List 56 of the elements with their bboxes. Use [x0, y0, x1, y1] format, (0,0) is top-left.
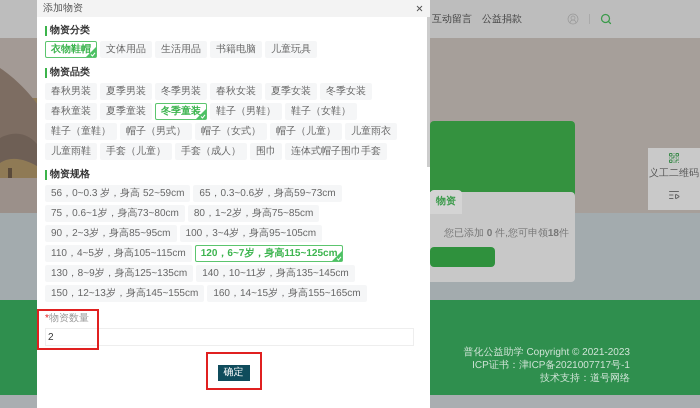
option-tag[interactable]: 56，0~0.3 岁，身高 52~59cm [45, 185, 190, 202]
option-tag[interactable]: 儿童雨衣 [345, 123, 397, 140]
option-tag[interactable]: 冬季女装 [320, 83, 372, 100]
option-tag[interactable]: 围巾 [250, 143, 282, 160]
option-tag[interactable]: 150，12~13岁，身高145~155cm [45, 285, 204, 302]
nav-link[interactable]: 互动留言 [432, 12, 472, 26]
option-tag[interactable]: 鞋子（男鞋） [210, 103, 282, 120]
footer-text: ICP证书：津ICP备2021007717号-1 [472, 359, 630, 372]
option-tag[interactable]: 春秋女装 [210, 83, 262, 100]
option-tag[interactable]: 手套（儿童） [100, 143, 172, 160]
option-tag[interactable]: 65，0.3~0.6岁，身高59~73cm [193, 185, 342, 202]
footer-text: 技术支持：道号网络 [540, 372, 630, 385]
option-tag[interactable]: 生活用品 [155, 41, 207, 58]
option-tag[interactable]: 冬季男装 [155, 83, 207, 100]
option-tag[interactable]: 手套（成人） [175, 143, 247, 160]
qr-code-icon[interactable] [668, 152, 680, 164]
summary-text: 您已添加 0 件,您可申领18件 [444, 226, 569, 241]
section-title: 物资规格 [50, 169, 90, 181]
field-label: *物资数量 [45, 313, 90, 325]
option-tag[interactable]: 鞋子（童鞋） [45, 123, 117, 140]
option-tag[interactable]: 100，3~4岁，身高95~105cm [180, 225, 322, 242]
widget-label: 义工二维码 [649, 166, 699, 181]
option-tag[interactable]: 鞋子（女鞋） [285, 103, 357, 120]
option-tag[interactable]: 夏季童装 [100, 103, 152, 120]
scrollbar[interactable] [427, 17, 430, 167]
option-tag[interactable]: 130，8~9岁，身高125~135cm [45, 265, 194, 282]
section-title: 物资分类 [50, 25, 90, 37]
option-tag[interactable]: 110，4~5岁，身高105~115cm [45, 245, 192, 262]
confirm-button[interactable]: 确定 [218, 365, 250, 381]
option-tag[interactable]: 140，10~11岁，身高135~145cm [196, 265, 355, 282]
option-tag[interactable]: 帽子（女式） [195, 123, 267, 140]
close-icon[interactable] [415, 4, 424, 13]
option-tag[interactable]: 连体式帽子围巾手套 [285, 143, 387, 160]
nav-link[interactable]: 公益捐款 [482, 12, 522, 26]
search-icon[interactable] [600, 13, 612, 25]
footer-text: 普化公益助学 Copyright © 2021-2023 [464, 346, 630, 359]
option-tag[interactable]: 90，2~3岁，身高85~95cm [45, 225, 177, 242]
apply-button[interactable] [430, 247, 495, 267]
user-icon[interactable] [567, 13, 579, 25]
option-tag[interactable]: 文体用品 [100, 41, 152, 58]
option-tag[interactable]: 帽子（儿童） [270, 123, 342, 140]
dialog-title: 添加物资 [43, 2, 83, 16]
option-tag[interactable]: 75，0.6~1岁，身高73~80cm [45, 205, 185, 222]
option-tag[interactable]: 春秋男装 [45, 83, 97, 100]
section-title: 物资品类 [50, 67, 90, 79]
option-tag[interactable]: 帽子（男式） [120, 123, 192, 140]
option-tag[interactable]: 夏季女装 [265, 83, 317, 100]
quantity-field[interactable]: 2 [45, 328, 414, 346]
option-tag[interactable]: 书籍电脑 [210, 41, 262, 58]
list-icon[interactable] [668, 189, 680, 201]
option-tag[interactable]: 春秋童装 [45, 103, 97, 120]
option-tag[interactable]: 儿童玩具 [265, 41, 317, 58]
option-tag[interactable]: 夏季男装 [100, 83, 152, 100]
option-tag[interactable]: 160，14~15岁，身高155~165cm [207, 285, 367, 302]
option-tag[interactable]: 80，1~2岁，身高75~85cm [188, 205, 320, 222]
option-tag[interactable]: 儿童雨鞋 [45, 143, 97, 160]
